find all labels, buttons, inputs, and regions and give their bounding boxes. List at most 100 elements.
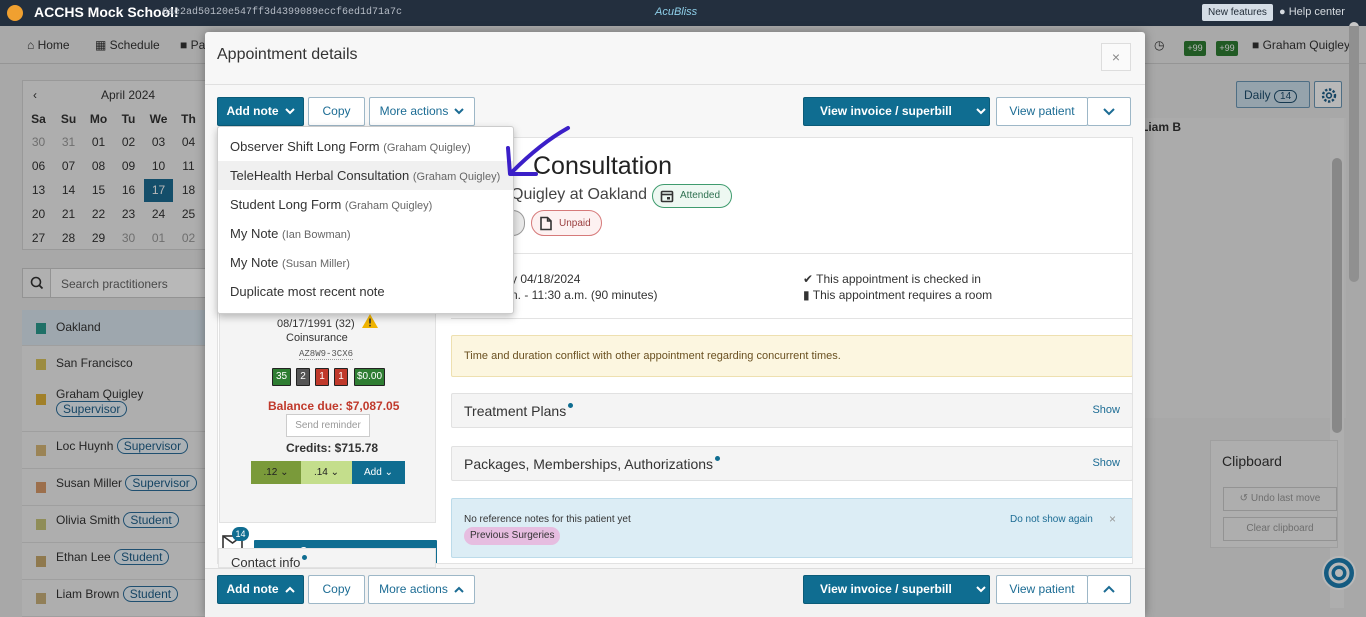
close-icon[interactable]: × [1109, 512, 1116, 526]
more-actions-button-footer[interactable]: More actions [368, 575, 475, 604]
room-required-label: This appointment requires a room [812, 288, 993, 302]
info-dot-icon [568, 403, 574, 408]
add-package-label: Add [364, 467, 382, 478]
note-template-label: Observer Shift Long Form [230, 139, 380, 154]
view-invoice-button-footer[interactable]: View invoice / superbill [803, 575, 990, 604]
view-patient-dropdown[interactable] [1087, 97, 1131, 126]
packages-section[interactable]: Packages, Memberships, Authorizations Sho… [451, 446, 1132, 481]
treatment-plans-section[interactable]: Treatment Plans Show [451, 393, 1132, 428]
add-package-button[interactable]: Add ⌄ [352, 461, 405, 484]
package-button-a[interactable]: .12 ⌄ [251, 461, 301, 484]
school-logo-icon [7, 5, 23, 21]
patient-stat-tag[interactable]: 2 [296, 368, 310, 386]
treatment-plans-label: Treatment Plans [464, 403, 567, 419]
previous-surgeries-tag[interactable]: Previous Surgeries [464, 527, 561, 545]
unpaid-badge[interactable]: Unpaid [531, 210, 602, 236]
note-template-author: (Graham Quigley) [344, 200, 433, 212]
contact-info-title: Contact info [231, 555, 301, 568]
note-template-item[interactable]: My Note (Ian Bowman) [218, 219, 513, 248]
chevron-up-icon [1103, 585, 1115, 593]
conflict-warning: Time and duration conflict with other ap… [451, 335, 1132, 377]
note-template-label: Duplicate most recent note [230, 284, 385, 299]
document-icon [540, 216, 552, 231]
contact-info-section[interactable]: Contact info [218, 548, 436, 568]
note-template-item[interactable]: Observer Shift Long Form (Graham Quigley… [218, 132, 513, 161]
top-bar: ACCHS Mock School! 6ae2ad50120e547ff3d43… [0, 0, 1366, 26]
note-template-item[interactable]: My Note (Susan Miller) [218, 248, 513, 277]
view-patient-dropdown-footer[interactable] [1087, 575, 1131, 604]
chevron-down-icon [1103, 108, 1115, 116]
divider [451, 253, 1132, 254]
add-note-button-footer[interactable]: Add note [217, 575, 304, 604]
packages-show[interactable]: Show [1092, 457, 1120, 469]
package-b-label: .14 [313, 467, 328, 478]
more-actions-label: More actions [379, 582, 448, 596]
patient-stat-tag[interactable]: 1 [315, 368, 329, 386]
patient-code[interactable]: AZ8W9-3CX6 [299, 349, 354, 360]
patient-stat-tag[interactable]: $0.00 [354, 368, 385, 386]
reference-notes-panel: No reference notes for this patient yet … [451, 498, 1132, 558]
note-template-item[interactable]: Student Long Form (Graham Quigley) [218, 190, 513, 219]
note-template-label: My Note [230, 226, 279, 241]
view-patient-button-footer[interactable]: View patient [996, 575, 1088, 604]
divider [451, 318, 1132, 319]
copy-button[interactable]: Copy [308, 97, 365, 126]
package-a-label: .12 [263, 467, 278, 478]
add-note-button[interactable]: Add note [217, 97, 304, 126]
close-button[interactable]: × [1101, 43, 1131, 71]
chevron-up-icon [454, 586, 464, 594]
patient-card: 08/17/1991 (32) Coinsurance AZ8W9-3CX6 B… [219, 303, 436, 523]
modal-footer: Add note Copy More actions View invoice … [205, 568, 1145, 617]
chevron-down-icon [976, 586, 986, 593]
send-reminder-button[interactable]: Send reminder [286, 414, 370, 437]
help-center-label: Help center [1288, 6, 1345, 18]
note-template-item[interactable]: TeleHealth Herbal Consultation (Graham Q… [218, 161, 513, 190]
note-template-author: (Graham Quigley) [412, 171, 501, 183]
packages-label: Packages, Memberships, Authorizations [464, 456, 714, 472]
packages-title: Packages, Memberships, Authorizations [464, 456, 721, 472]
note-template-item[interactable]: Duplicate most recent note [218, 277, 513, 306]
patient-dob: 08/17/1991 (32) [277, 318, 355, 330]
more-actions-label: More actions [379, 104, 449, 118]
patient-stat-tag[interactable]: 1 [334, 368, 348, 386]
add-note-dropdown: Observer Shift Long Form (Graham Quigley… [217, 126, 514, 314]
view-patient-button[interactable]: View patient [996, 97, 1088, 126]
patient-stat-tag[interactable]: 35 [272, 368, 291, 386]
annotation-arrow-icon [506, 126, 570, 176]
reference-notes-text: No reference notes for this patient yet [464, 514, 631, 525]
view-invoice-button[interactable]: View invoice / superbill [803, 97, 990, 126]
divider [205, 84, 1145, 85]
unpaid-label: Unpaid [559, 218, 591, 229]
attended-badge[interactable]: Attended [652, 184, 732, 208]
note-template-author: (Graham Quigley) [383, 142, 471, 154]
more-actions-button[interactable]: More actions [369, 97, 475, 126]
note-template-label: Student Long Form [230, 197, 342, 212]
copy-button-footer[interactable]: Copy [308, 575, 365, 604]
new-features-button[interactable]: New features [1202, 4, 1273, 21]
attended-label: Attended [680, 190, 721, 201]
calendar-icon [660, 190, 674, 203]
treatment-plans-title: Treatment Plans [464, 403, 574, 419]
appointment-details-modal: Appointment details × Add note Copy More… [205, 32, 1145, 617]
credits: Credits: $715.78 [286, 441, 379, 455]
note-template-author: (Susan Miller) [282, 258, 350, 270]
brand-logo: AcuBliss [655, 6, 698, 18]
balance-due: Balance due: $7,087.05 [268, 399, 400, 413]
package-button-b[interactable]: .14 ⌄ [301, 461, 352, 484]
view-invoice-label: View invoice / superbill [820, 104, 952, 118]
info-dot-icon [302, 555, 308, 560]
note-template-label: My Note [230, 255, 279, 270]
do-not-show-again-link[interactable]: Do not show again [1010, 514, 1093, 525]
help-center-link[interactable]: ● Help center [1279, 6, 1345, 18]
chevron-down-icon [976, 108, 986, 115]
chevron-up-icon [284, 586, 295, 594]
treatment-plans-show[interactable]: Show [1092, 404, 1120, 416]
coinsurance-label: Coinsurance [286, 332, 348, 344]
info-dot-icon [715, 456, 721, 461]
warning-icon[interactable] [361, 313, 379, 329]
chevron-down-icon [454, 108, 465, 115]
appointment-time: n. - 11:30 a.m. (90 minutes) [511, 288, 658, 302]
checked-in-label: This appointment is checked in [816, 272, 981, 286]
room-required-status: ▮ This appointment requires a room [803, 288, 993, 302]
add-note-label: Add note [226, 104, 279, 118]
